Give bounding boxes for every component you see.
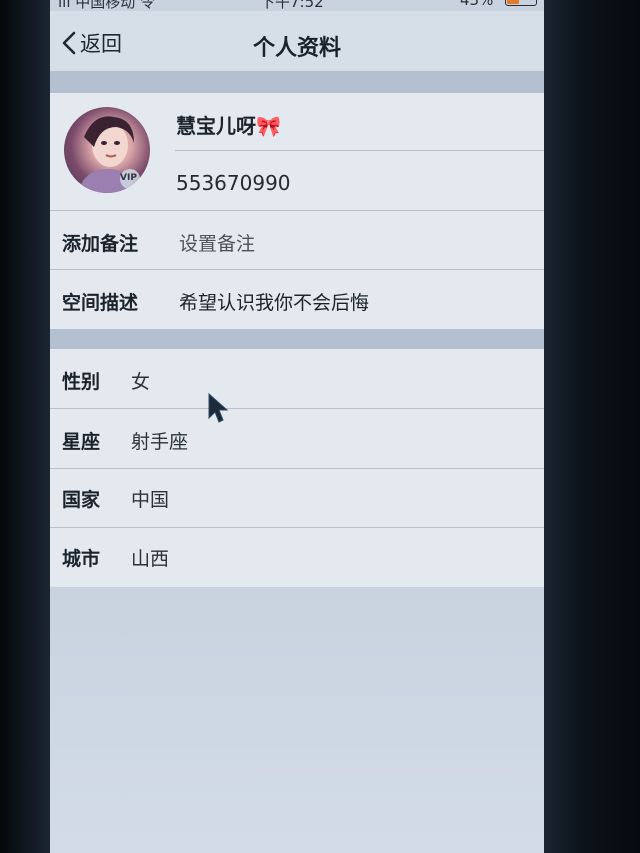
space-description-row[interactable]: 空间描述 希望认识我你不会后悔 [50,270,544,328]
phone-bezel-right [544,0,640,853]
gender-row: 性别 女 [50,349,544,407]
space-description-value: 希望认识我你不会后悔 [179,292,370,314]
city-label: 城市 [62,548,101,570]
avatar-portrait-icon [78,116,140,193]
avatar-badge: VIP [120,173,137,183]
gender-value: 女 [131,371,151,393]
battery-percent: 43% [460,0,494,9]
divider [175,150,544,151]
country-value: 中国 [131,489,170,511]
zodiac-label: 星座 [62,431,101,453]
phone-screen: ııl 中国移动 令 下午7:52 43% 返回 个人资料 VIP 慧宝儿呀🎀 [50,0,544,853]
section-separator [50,71,544,93]
country-label: 国家 [62,489,101,511]
empty-area [50,587,544,853]
country-row: 国家 中国 [50,469,544,527]
zodiac-value: 射手座 [131,431,189,453]
phone-bezel-left [0,0,50,853]
remark-value: 设置备注 [179,233,256,255]
page-title: 个人资料 [252,36,341,61]
bow-icon: 🎀 [256,114,281,138]
city-value: 山西 [131,548,170,570]
section-separator [50,329,544,349]
status-bar: ııl 中国移动 令 下午7:52 43% [50,0,544,11]
zodiac-row: 星座 射手座 [50,409,544,467]
nickname-text: 慧宝儿呀 [176,114,256,138]
qq-number: 553670990 [176,171,291,195]
mouse-pointer-icon [208,392,229,423]
battery-icon [505,0,537,6]
profile-nickname: 慧宝儿呀🎀 [176,110,281,139]
navigation-bar: 返回 个人资料 [50,11,544,71]
city-row: 城市 山西 [50,528,544,586]
remark-label: 添加备注 [62,233,139,255]
gender-label: 性别 [62,371,101,393]
space-description-label: 空间描述 [62,292,139,314]
remark-row[interactable]: 添加备注 设置备注 [50,211,544,269]
battery-fill [507,0,519,4]
avatar[interactable]: VIP [64,107,150,193]
